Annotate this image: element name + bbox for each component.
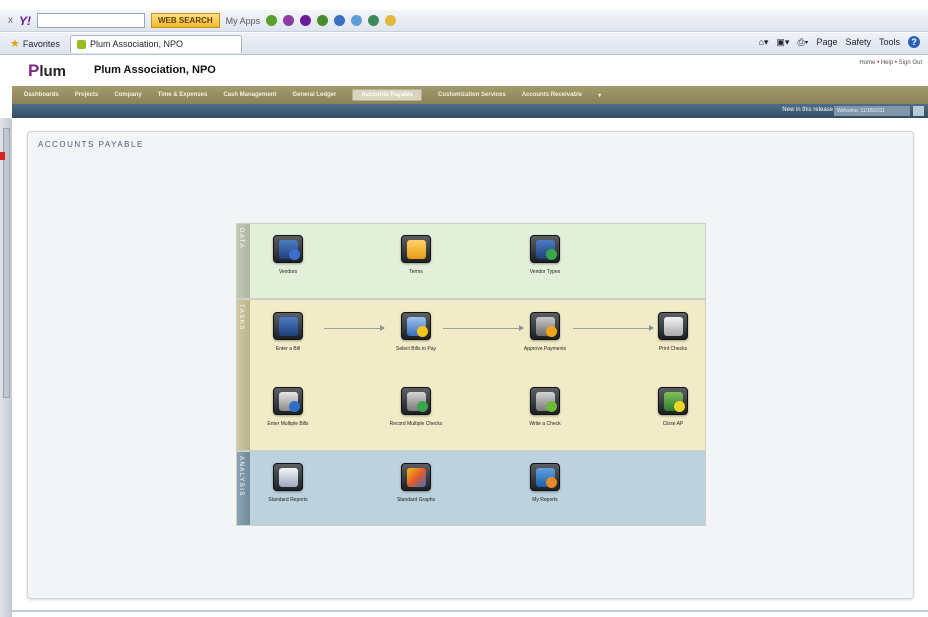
- approve-payments-icon: [530, 312, 560, 340]
- browser-tab-bar: ★ Favorites Plum Association, NPO ⌂▾ ▣▾ …: [0, 33, 928, 55]
- search-input[interactable]: [37, 13, 145, 28]
- flow-arrow: [443, 325, 524, 331]
- tile-standard-graphs[interactable]: Standard Graphs: [384, 463, 448, 503]
- home-link[interactable]: Home: [859, 60, 875, 66]
- tab-title: Plum Association, NPO: [90, 39, 184, 49]
- my-reports-icon: [530, 463, 560, 491]
- terms-icon: [401, 235, 431, 263]
- sign-out-link[interactable]: Sign Out: [899, 60, 922, 66]
- tile-enter-multiple-bills[interactable]: Enter Multiple Bills: [256, 387, 320, 427]
- nav-dashboards[interactable]: Dashboards: [24, 92, 59, 98]
- command-bar: ⌂▾ ▣▾ ⎙▾ Page Safety Tools ?: [758, 36, 920, 48]
- settings-icon[interactable]: [913, 106, 924, 116]
- enter-bill-icon: [273, 312, 303, 340]
- vendor-types-icon: [530, 235, 560, 263]
- tile-print-checks[interactable]: Print Checks: [641, 312, 705, 352]
- standard-reports-icon: [273, 463, 303, 491]
- toolbar-app-icon[interactable]: [334, 15, 346, 26]
- safety-menu[interactable]: Safety: [845, 37, 871, 47]
- tile-select-bills[interactable]: Select Bills to Pay: [384, 312, 448, 352]
- nav-company[interactable]: Company: [114, 92, 141, 98]
- nav-time-expenses[interactable]: Time & Expenses: [158, 92, 208, 98]
- page-menu[interactable]: Page: [816, 37, 837, 47]
- tile-vendor-types[interactable]: Vendor Types: [513, 235, 577, 275]
- tile-terms[interactable]: Terms: [384, 235, 448, 275]
- logo-text: lum: [39, 63, 67, 80]
- app-header: Plum Plum Association, NPO Home • Help •…: [12, 56, 928, 86]
- side-panel-tab[interactable]: [3, 128, 10, 398]
- standard-graphs-icon: [401, 463, 431, 491]
- nav-projects[interactable]: Projects: [75, 92, 99, 98]
- toolbar-app-icon[interactable]: [317, 15, 329, 26]
- tile-standard-reports[interactable]: Standard Reports: [256, 463, 320, 503]
- browser-tab[interactable]: Plum Association, NPO: [70, 34, 242, 53]
- toolbar-app-icon[interactable]: [300, 15, 312, 26]
- tasks-section: Tasks Enter a Bill Select Bills to Pay A…: [236, 299, 706, 451]
- tile-enter-bill[interactable]: Enter a Bill: [256, 312, 320, 352]
- star-icon: ★: [10, 38, 20, 50]
- expand-arrow-icon[interactable]: [0, 152, 5, 160]
- tile-vendors[interactable]: Vendors: [256, 235, 320, 275]
- help-icon[interactable]: ?: [908, 36, 920, 48]
- nav-general-ledger[interactable]: General Ledger: [292, 92, 336, 98]
- close-toolbar-icon[interactable]: x: [8, 15, 13, 26]
- page-title: Accounts Payable: [38, 140, 144, 149]
- analysis-section: Analysis Standard Reports Standard Graph…: [236, 451, 706, 526]
- welcome-field: Welcome, 11/18/2011: [834, 106, 910, 116]
- print-checks-icon: [658, 312, 688, 340]
- select-bills-icon: [401, 312, 431, 340]
- toolbar-app-icon[interactable]: [368, 15, 380, 26]
- page-bottom-border: [12, 610, 928, 612]
- favorites-button[interactable]: ★ Favorites: [0, 37, 70, 50]
- plum-logo[interactable]: Plum: [28, 61, 66, 81]
- main-nav: Dashboards Projects Company Time & Expen…: [12, 86, 928, 104]
- section-label: Analysis: [237, 452, 250, 525]
- enter-multiple-bills-icon: [273, 387, 303, 415]
- sub-bar: New in this release Welcome, 11/18/2011: [12, 104, 928, 118]
- home-icon[interactable]: ⌂▾: [758, 37, 768, 48]
- nav-customization-services[interactable]: Customization Services: [438, 92, 506, 98]
- tile-write-check[interactable]: Write a Check: [513, 387, 577, 427]
- tools-menu[interactable]: Tools: [879, 37, 900, 47]
- web-search-button[interactable]: WEB SEARCH: [151, 13, 220, 28]
- section-label: Data: [237, 224, 250, 298]
- toolbar-app-icon[interactable]: [283, 15, 295, 26]
- nav-cash-management[interactable]: Cash Management: [223, 92, 276, 98]
- section-label: Tasks: [237, 300, 250, 450]
- feeds-icon[interactable]: ▣▾: [776, 37, 789, 48]
- tile-my-reports[interactable]: My Reports: [513, 463, 577, 503]
- flow-arrow: [324, 325, 385, 331]
- print-icon[interactable]: ⎙▾: [797, 37, 808, 48]
- toolbar-app-icon[interactable]: [385, 15, 397, 26]
- write-check-icon: [530, 387, 560, 415]
- data-section: Data Vendors Terms Vendor Types: [236, 223, 706, 299]
- new-release-link[interactable]: New in this release: [782, 107, 833, 113]
- vendors-icon: [273, 235, 303, 263]
- logo-letter: P: [28, 61, 40, 80]
- close-ap-icon: [658, 387, 688, 415]
- yahoo-toolbar: x Y! WEB SEARCH My Apps: [0, 10, 928, 32]
- organization-name: Plum Association, NPO: [94, 64, 216, 76]
- nav-accounts-receivable[interactable]: Accounts Receivable: [522, 92, 582, 98]
- tile-approve-payments[interactable]: Approve Payments: [513, 312, 577, 352]
- toolbar-app-icon[interactable]: [266, 15, 278, 26]
- left-collapse-strip: [0, 118, 12, 617]
- tile-record-multiple-checks[interactable]: Record Multiple Checks: [384, 387, 448, 427]
- nav-accounts-payable[interactable]: Accounts Payable: [352, 89, 423, 101]
- toolbar-app-icon[interactable]: [351, 15, 363, 26]
- favorites-label: Favorites: [22, 38, 60, 49]
- tile-close-ap[interactable]: Close AP: [641, 387, 705, 427]
- nav-more-chevron-icon[interactable]: ▾: [598, 92, 601, 99]
- help-link[interactable]: Help: [881, 60, 893, 66]
- top-links: Home • Help • Sign Out: [859, 60, 922, 66]
- page-favicon-icon: [77, 39, 86, 49]
- my-apps-button[interactable]: My Apps: [226, 16, 261, 26]
- yahoo-logo[interactable]: Y!: [19, 14, 31, 28]
- record-multiple-checks-icon: [401, 387, 431, 415]
